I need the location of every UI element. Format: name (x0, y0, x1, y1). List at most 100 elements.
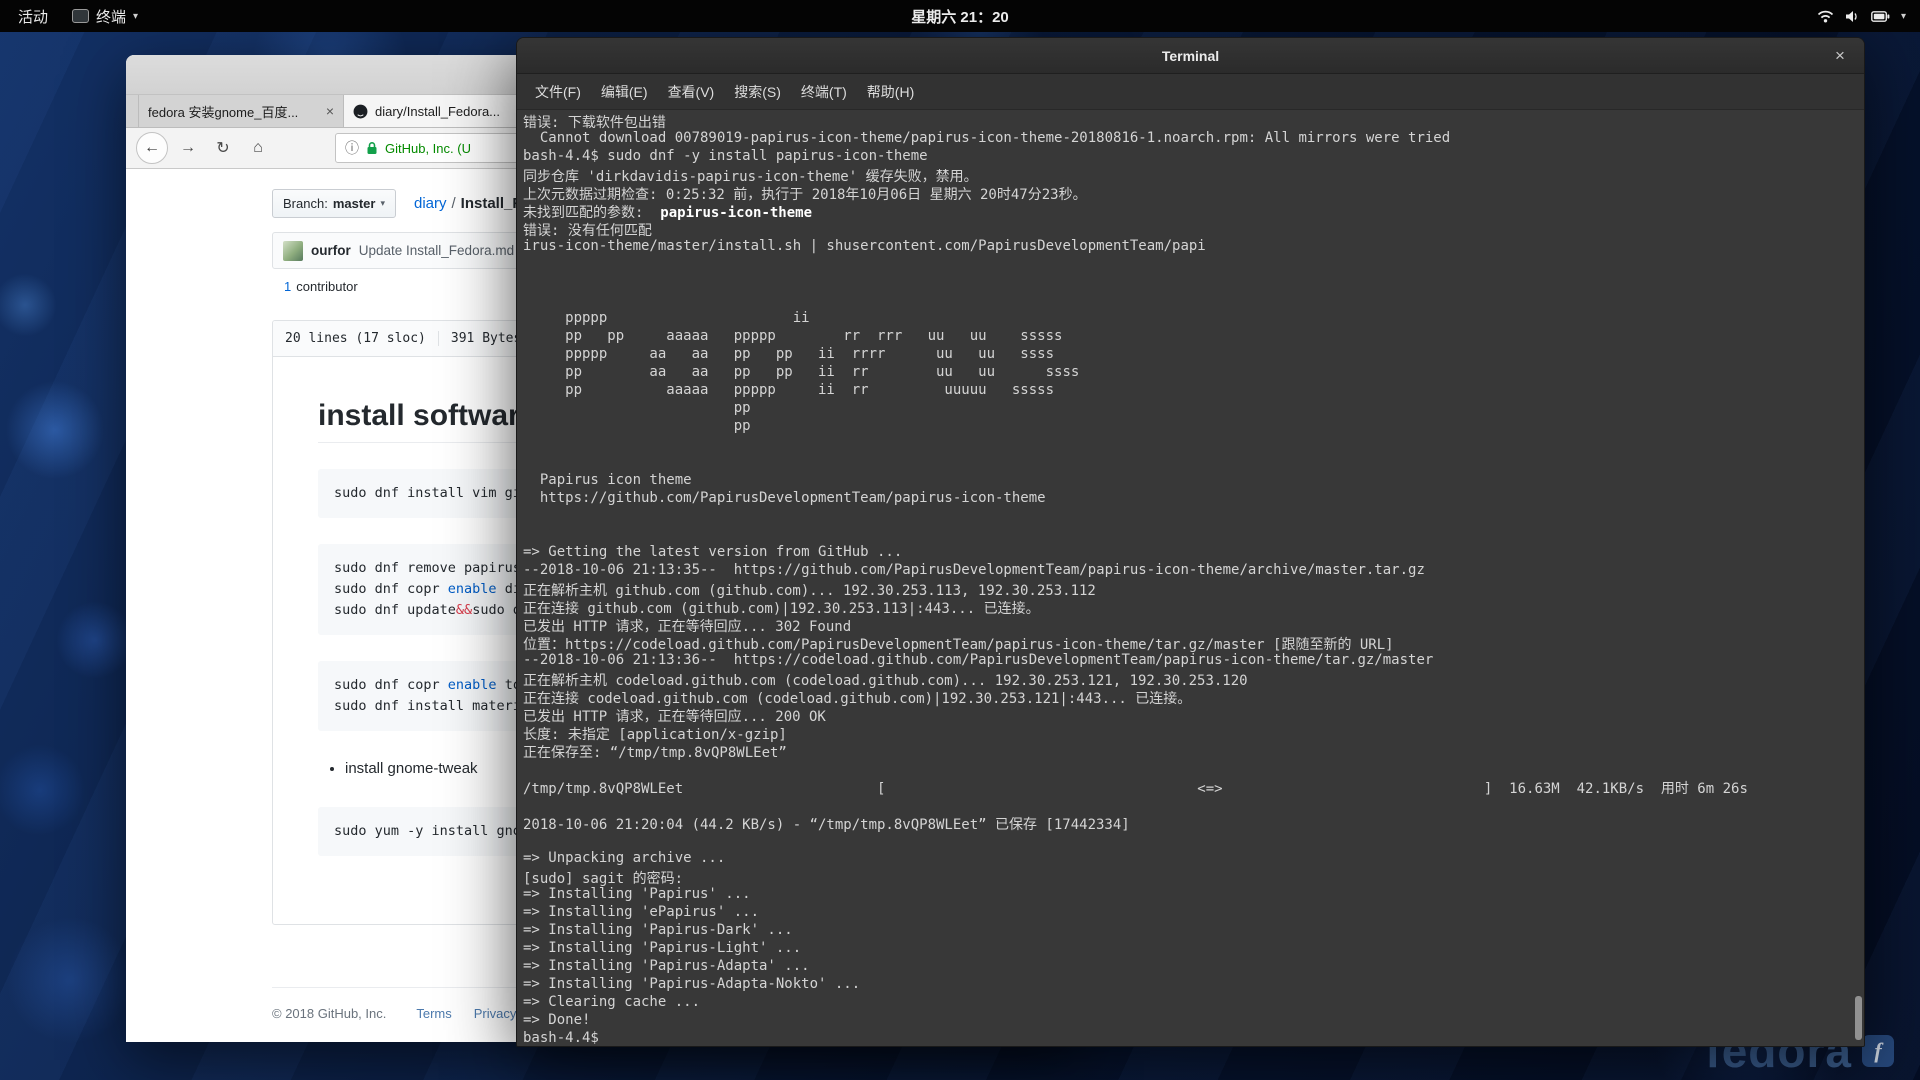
menu-item-1[interactable]: 编辑(E) (591, 74, 658, 110)
terminal-line: --2018-10-06 21:13:35-- https://github.c… (523, 562, 1864, 580)
back-button[interactable]: ← (136, 132, 168, 164)
terminal-line: 正在保存至: “/tmp/tmp.8vQP8WLEet” (523, 742, 1864, 760)
terminal-line (523, 436, 1864, 454)
tab-close-icon[interactable]: × (326, 103, 334, 119)
terminal-line (523, 454, 1864, 472)
terminal-line: => Installing 'ePapirus' ... (523, 904, 1864, 922)
terminal-line: 正在解析主机 codeload.github.com (codeload.git… (523, 670, 1864, 688)
terminal-line: https://github.com/PapirusDevelopmentTea… (523, 490, 1864, 508)
branch-name: master (333, 196, 376, 211)
terminal-line: => Clearing cache ... (523, 994, 1864, 1012)
gnome-topbar: 活动 终端 ▾ 星期六 21：20 ▾ (0, 0, 1920, 32)
forward-button[interactable]: → (173, 133, 203, 163)
terminal-line: => Done! (523, 1012, 1864, 1030)
terminal-line: pp (523, 400, 1864, 418)
terminal-line: pp aaaaa ppppp ii rr uuuuu sssss (523, 382, 1864, 400)
terminal-line: --2018-10-06 21:13:36-- https://codeload… (523, 652, 1864, 670)
terminal-line: /tmp/tmp.8vQP8WLEet [ <=> ] 16.63M 42.1K… (523, 778, 1864, 796)
footer-link-0[interactable]: Terms (416, 1006, 451, 1021)
commit-author-link[interactable]: ourfor (311, 243, 351, 258)
activities-button[interactable]: 活动 (14, 6, 52, 27)
menu-item-0[interactable]: 文件(F) (525, 74, 591, 110)
branch-label: Branch: (283, 196, 328, 211)
terminal-line: 未找到匹配的参数: papirus-icon-theme (523, 202, 1864, 220)
terminal-line: => Installing 'Papirus-Dark' ... (523, 922, 1864, 940)
chevron-down-icon: ▾ (1901, 11, 1906, 22)
terminal-line: 2018-10-06 21:20:04 (44.2 KB/s) - “/tmp/… (523, 814, 1864, 832)
terminal-line: 错误: 下载软件包出错 (523, 112, 1864, 130)
terminal-line: => Getting the latest version from GitHu… (523, 544, 1864, 562)
breadcrumb-separator: / (452, 195, 456, 212)
tab-title: fedora 安装gnome_百度... (148, 102, 320, 121)
avatar[interactable] (283, 241, 303, 261)
terminal-line: 长度: 未指定 [application/x-gzip] (523, 724, 1864, 742)
app-indicator[interactable]: 终端 ▾ (72, 6, 138, 27)
terminal-line: ppppp ii (523, 310, 1864, 328)
terminal-line (523, 292, 1864, 310)
info-icon[interactable]: ⓘ (345, 138, 359, 158)
copyright: © 2018 GitHub, Inc. (272, 1006, 386, 1021)
github-icon (353, 104, 368, 119)
battery-icon (1871, 11, 1890, 22)
terminal-menubar: 文件(F)编辑(E)查看(V)搜索(S)终端(T)帮助(H) (517, 74, 1864, 110)
home-button[interactable]: ⌂ (243, 133, 273, 163)
terminal-line (523, 256, 1864, 274)
terminal-line: 已发出 HTTP 请求，正在等待回应... 302 Found (523, 616, 1864, 634)
chevron-down-icon: ▾ (133, 11, 138, 22)
terminal-line (523, 832, 1864, 850)
terminal-line: => Unpacking archive ... (523, 850, 1864, 868)
back-icon: ← (144, 139, 160, 157)
terminal-line: [sudo] sagit 的密码: (523, 868, 1864, 886)
reload-button[interactable]: ↻ (208, 133, 238, 163)
terminal-line: bash-4.4$ sudo dnf -y install papirus-ic… (523, 148, 1864, 166)
terminal-line: 正在连接 codeload.github.com (codeload.githu… (523, 688, 1864, 706)
file-size-info: 391 Bytes (438, 331, 521, 346)
commit-message-link[interactable]: Update Install_Fedora.md (359, 243, 514, 258)
close-button[interactable]: × (1828, 44, 1852, 68)
site-identity: GitHub, Inc. (U (385, 141, 471, 156)
terminal-line (523, 526, 1864, 544)
scrollbar[interactable] (1853, 110, 1864, 1046)
terminal-line: 错误: 没有任何匹配 (523, 220, 1864, 238)
terminal-line: 上次元数据过期检查: 0:25:32 前，执行于 2018年10月06日 星期六… (523, 184, 1864, 202)
terminal-line: 正在连接 github.com (github.com)|192.30.253.… (523, 598, 1864, 616)
wifi-icon (1817, 10, 1834, 23)
app-indicator-label: 终端 (96, 6, 126, 27)
terminal-line: 位置：https://codeload.github.com/PapirusDe… (523, 634, 1864, 652)
footer-link-1[interactable]: Privacy (474, 1006, 517, 1021)
terminal-line: 正在解析主机 github.com (github.com)... 192.30… (523, 580, 1864, 598)
terminal-line: 已发出 HTTP 请求，正在等待回应... 200 OK (523, 706, 1864, 724)
menu-item-4[interactable]: 终端(T) (791, 74, 857, 110)
terminal-line: pp pp aaaaa ppppp rr rrr uu uu sssss (523, 328, 1864, 346)
terminal-titlebar[interactable]: Terminal × (517, 38, 1864, 74)
file-lines-info: 20 lines (17 sloc) (285, 331, 426, 346)
terminal-line: pp aa aa pp pp ii rr uu uu ssss (523, 364, 1864, 382)
terminal-body[interactable]: 错误: 下载软件包出错 Cannot download 00789019-pap… (517, 110, 1864, 1046)
terminal-line: Papirus icon theme (523, 472, 1864, 490)
menu-item-2[interactable]: 查看(V) (658, 74, 725, 110)
menu-item-5[interactable]: 帮助(H) (857, 74, 924, 110)
terminal-window: Terminal × 文件(F)编辑(E)查看(V)搜索(S)终端(T)帮助(H… (516, 37, 1865, 1047)
terminal-output: 错误: 下载软件包出错 Cannot download 00789019-pap… (517, 110, 1864, 1047)
terminal-line: pp (523, 418, 1864, 436)
fedora-badge-icon: f (1862, 1035, 1894, 1067)
volume-icon (1845, 10, 1860, 23)
terminal-line: => Installing 'Papirus-Light' ... (523, 940, 1864, 958)
forward-icon: → (180, 139, 196, 157)
contributor-count: 1 (284, 279, 291, 294)
terminal-line: => Installing 'Papirus-Adapta' ... (523, 958, 1864, 976)
contributor-label: contributor (296, 279, 357, 294)
system-tray[interactable]: ▾ (1817, 0, 1906, 32)
scrollbar-thumb[interactable] (1855, 996, 1862, 1040)
branch-selector[interactable]: Branch: master ▾ (272, 189, 396, 218)
breadcrumb-repo-link[interactable]: diary (414, 195, 447, 212)
terminal-line (523, 760, 1864, 778)
terminal-line (523, 796, 1864, 814)
clock[interactable]: 星期六 21：20 (911, 6, 1009, 27)
terminal-line: bash-4.4$ (523, 1030, 1864, 1047)
window-title: Terminal (1162, 48, 1219, 64)
terminal-line (523, 274, 1864, 292)
terminal-line: 同步仓库 'dirkdavidis-papirus-icon-theme' 缓存… (523, 166, 1864, 184)
menu-item-3[interactable]: 搜索(S) (724, 74, 791, 110)
tab-baidu-search[interactable]: fedora 安装gnome_百度... × (138, 95, 344, 127)
